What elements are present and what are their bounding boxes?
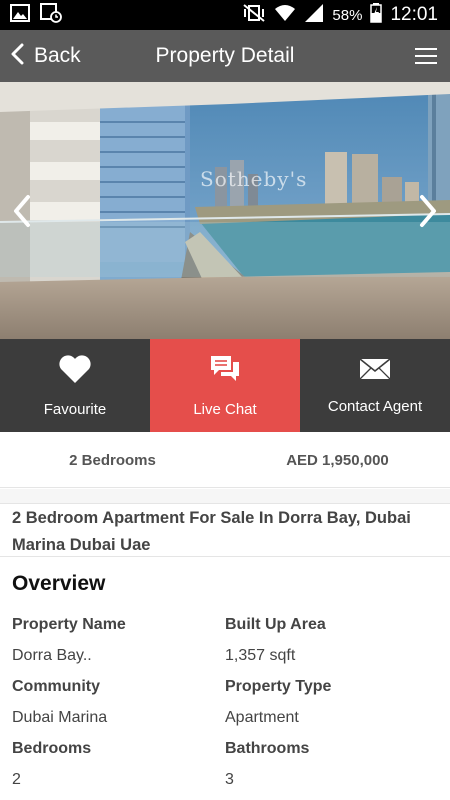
image-clock-icon — [40, 2, 62, 28]
clock-time: 12:01 — [390, 4, 438, 25]
signal-icon — [304, 3, 324, 28]
gallery-icon — [10, 3, 30, 27]
property-photo[interactable]: Sotheby's — [0, 82, 450, 339]
favourite-label: Favourite — [43, 400, 107, 418]
back-button[interactable]: Back — [0, 30, 81, 82]
next-photo-button[interactable] — [408, 187, 448, 235]
bathrooms-value: 3 — [225, 771, 234, 788]
contact-agent-button[interactable]: Contact Agent — [300, 339, 450, 432]
overview-grid: Property Name Built Up Area Dorra Bay.. … — [12, 614, 438, 800]
live-chat-label: Live Chat — [193, 400, 257, 418]
app-header: Back Property Detail — [0, 30, 450, 82]
property-type-value: Apartment — [225, 709, 299, 726]
live-chat-button[interactable]: Live Chat — [150, 339, 300, 432]
watermark-logo: Sotheby's — [200, 167, 308, 191]
property-name-label: Property Name — [12, 616, 126, 633]
title-section: 2 Bedroom Apartment For Sale In Dorra Ba… — [0, 504, 450, 557]
menu-button[interactable] — [412, 42, 440, 70]
heart-icon — [58, 354, 92, 389]
balcony-marina-photo — [0, 82, 450, 339]
back-label: Back — [34, 44, 81, 67]
bedrooms-summary: 2 Bedrooms — [69, 451, 156, 469]
price-summary: AED 1,950,000 — [286, 451, 389, 469]
section-divider — [0, 489, 450, 504]
status-bar: 58% 12:01 — [0, 0, 450, 30]
overview-section: Overview Property Name Built Up Area Dor… — [0, 558, 450, 800]
property-type-label: Property Type — [225, 678, 332, 695]
favourite-button[interactable]: Favourite — [0, 339, 150, 432]
battery-icon — [370, 2, 383, 28]
action-bar: Favourite Live Chat Contact Agent — [0, 339, 450, 432]
built-up-area-label: Built Up Area — [225, 616, 326, 633]
summary-row: 2 Bedrooms AED 1,950,000 — [0, 433, 450, 488]
chevron-left-icon — [10, 43, 24, 70]
chevron-right-icon — [418, 194, 438, 228]
bedrooms-value: 2 — [12, 771, 21, 788]
community-value: Dubai Marina — [12, 709, 108, 726]
envelope-icon — [359, 357, 391, 386]
battery-percent: 58% — [332, 6, 363, 24]
previous-photo-button[interactable] — [2, 187, 42, 235]
chat-bubbles-icon — [209, 354, 241, 389]
wifi-icon — [274, 3, 296, 28]
property-title: 2 Bedroom Apartment For Sale In Dorra Ba… — [12, 509, 411, 554]
mute-vibrate-icon — [242, 3, 266, 28]
hamburger-icon — [415, 48, 437, 50]
property-name-value: Dorra Bay.. — [12, 647, 92, 664]
contact-agent-label: Contact Agent — [327, 397, 423, 415]
community-label: Community — [12, 678, 100, 695]
built-up-area-value: 1,357 sqft — [225, 647, 296, 664]
overview-heading: Overview — [12, 572, 106, 595]
bathrooms-label: Bathrooms — [225, 740, 310, 757]
bedrooms-label: Bedrooms — [12, 740, 92, 757]
chevron-left-icon — [12, 194, 32, 228]
